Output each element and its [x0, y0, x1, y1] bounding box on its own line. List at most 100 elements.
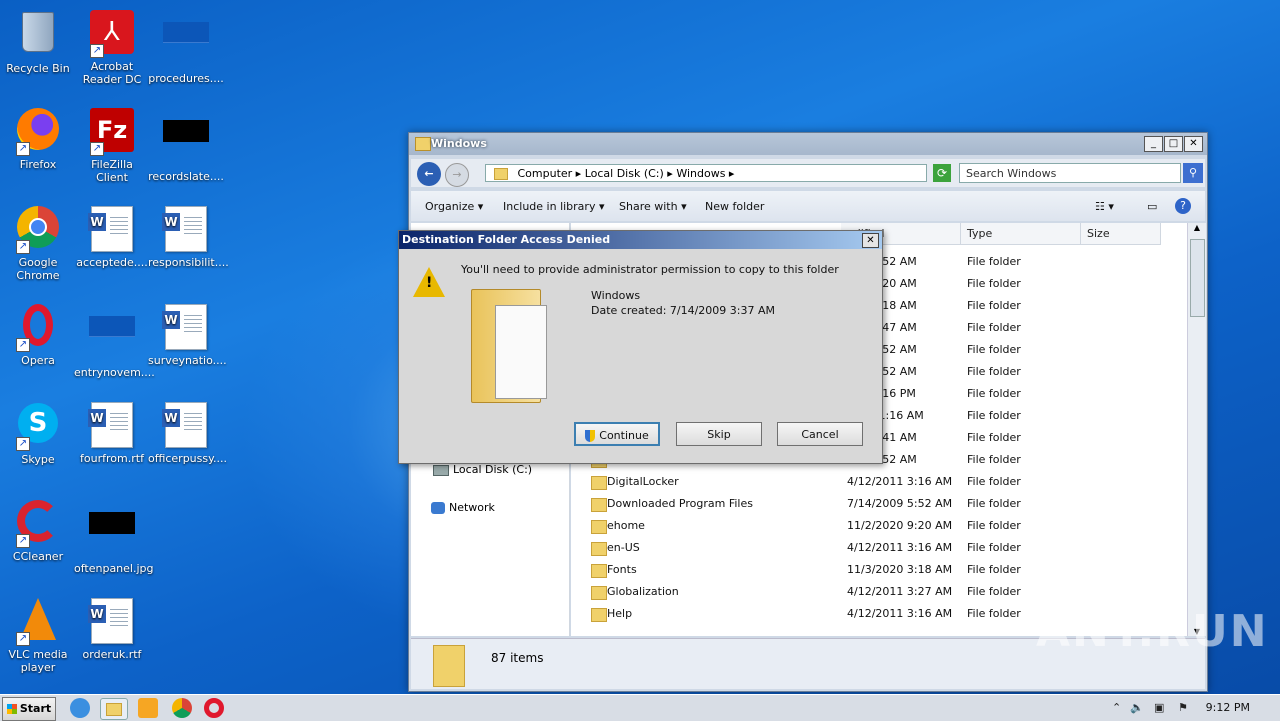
breadcrumb-item-local-disk[interactable]: Local Disk (C:) [585, 167, 664, 180]
file-name: en-US [607, 541, 640, 554]
dialog-close-button[interactable]: ✕ [862, 233, 879, 248]
action-center-flag-icon[interactable]: ⚑ [1178, 701, 1188, 714]
refresh-icon[interactable]: ⟳ [933, 164, 951, 182]
file-date: 7/14/2009 5:52 AM [847, 497, 953, 510]
file-date: 11/2/2020 9:20 AM [847, 519, 953, 532]
scrollbar-thumb[interactable] [1190, 239, 1205, 317]
desktop-icon-acceptede[interactable]: acceptede.... [74, 204, 150, 269]
volume-icon[interactable]: 🔈 [1130, 701, 1144, 714]
folder-icon [415, 137, 431, 151]
column-header-size[interactable]: Size [1081, 223, 1161, 245]
forward-button[interactable]: → [445, 163, 469, 187]
help-icon[interactable]: ? [1175, 198, 1191, 214]
icon-label: FileZilla Client [91, 158, 133, 184]
column-header-type[interactable]: Type [961, 223, 1081, 245]
skip-button[interactable]: Skip [676, 422, 762, 446]
table-row[interactable]: ehome 11/2/2020 9:20 AM File folder [571, 515, 1171, 537]
view-options-icon[interactable]: ☷ ▾ [1095, 200, 1114, 213]
desktop-icon-filezilla[interactable]: Fz ↗ FileZilla Client [74, 106, 150, 184]
table-row[interactable]: Downloaded Program Files 7/14/2009 5:52 A… [571, 493, 1171, 515]
desktop-icon-oftenpanel[interactable]: oftenpanel.jpg [74, 498, 154, 575]
file-icon [162, 120, 210, 168]
file-name: DigitalLocker [607, 475, 679, 488]
organize-button[interactable]: Organize ▾ [425, 200, 483, 213]
close-button[interactable]: ✕ [1184, 136, 1203, 152]
preview-pane-icon[interactable]: ▭ [1147, 200, 1157, 213]
access-denied-dialog[interactable]: Destination Folder Access Denied ✕ ! You… [398, 230, 883, 464]
vertical-scrollbar[interactable]: ▲ ▼ [1187, 223, 1206, 636]
desktop-icon-firefox[interactable]: ↗ Firefox [0, 106, 76, 171]
table-row[interactable]: en-US 4/12/2011 3:16 AM File folder [571, 537, 1171, 559]
file-type: File folder [967, 607, 1021, 620]
opera-taskbar-icon[interactable] [204, 698, 224, 718]
start-button[interactable]: Start [2, 697, 56, 721]
breadcrumb-item-computer[interactable]: Computer [518, 167, 573, 180]
tray-overflow-icon[interactable]: ⌃ [1112, 701, 1121, 714]
icon-label: officerpussy.... [148, 452, 228, 465]
file-date: 4/12/2011 3:16 AM [847, 475, 953, 488]
item-count: 87 items [491, 651, 544, 665]
folder-icon [591, 608, 607, 622]
warning-icon: ! [413, 267, 445, 297]
table-row[interactable]: Globalization 4/12/2011 3:27 AM File folde… [571, 581, 1171, 603]
nav-item-network[interactable]: Network [431, 501, 495, 514]
desktop-icon-opera[interactable]: ↗ Opera [0, 302, 76, 367]
desktop-icon-skype[interactable]: S ↗ Skype [0, 400, 76, 466]
file-date: 4/12/2011 3:16 AM [847, 607, 953, 620]
desktop-icon-fourfrom[interactable]: fourfrom.rtf [74, 400, 150, 465]
desktop-icon-orderuk[interactable]: orderuk.rtf [74, 596, 150, 661]
table-row[interactable]: Fonts 11/3/2020 3:18 AM File folder [571, 559, 1171, 581]
new-folder-button[interactable]: New folder [705, 200, 764, 213]
desktop-icon-recycle-bin[interactable]: Recycle Bin [0, 8, 76, 75]
file-type: File folder [967, 299, 1021, 312]
table-row[interactable]: DigitalLocker 4/12/2011 3:16 AM File folde… [571, 471, 1171, 493]
search-input[interactable]: Search Windows [959, 163, 1181, 183]
drive-icon [433, 464, 449, 476]
internet-explorer-icon[interactable] [70, 698, 90, 718]
desktop-icon-chrome[interactable]: ↗ Google Chrome [0, 204, 76, 282]
media-player-icon[interactable] [138, 698, 158, 718]
file-name: ehome [607, 519, 645, 532]
icon-label: fourfrom.rtf [80, 452, 144, 465]
desktop-icon-vlc[interactable]: ↗ VLC media player [0, 596, 76, 674]
continue-button[interactable]: Continue [574, 422, 660, 446]
breadcrumb[interactable]: Computer ▸ Local Disk (C:) ▸ Windows ▸ [485, 164, 927, 182]
chrome-taskbar-icon[interactable] [172, 698, 192, 718]
file-type: File folder [967, 387, 1021, 400]
word-document-icon [162, 304, 210, 352]
desktop-icon-responsibilit[interactable]: responsibilit.... [148, 204, 229, 269]
folder-icon [591, 564, 607, 578]
folder-icon [471, 289, 551, 407]
include-in-library-button[interactable]: Include in library ▾ [503, 200, 604, 213]
breadcrumb-item-windows[interactable]: Windows [676, 167, 725, 180]
folder-icon [591, 542, 607, 556]
icon-label: Skype [21, 453, 55, 466]
desktop-icon-procedures[interactable]: procedures.... [148, 8, 224, 85]
cancel-button[interactable]: Cancel [777, 422, 863, 446]
desktop-icon-entrynovem[interactable]: entrynovem.... [74, 302, 155, 379]
maximize-button[interactable]: □ [1164, 136, 1183, 152]
dialog-title[interactable]: Destination Folder Access Denied [399, 231, 882, 249]
explorer-taskbar-icon[interactable] [100, 698, 128, 720]
desktop-icon-recordslate[interactable]: recordslate.... [148, 106, 224, 183]
word-document-icon [88, 598, 136, 646]
scroll-up-icon[interactable]: ▲ [1188, 223, 1206, 232]
network-tray-icon[interactable]: ▣ [1154, 701, 1164, 714]
icon-label: acceptede.... [76, 256, 148, 269]
desktop-icon-surveynatio[interactable]: surveynatio.... [148, 302, 227, 367]
acrobat-icon: ⅄ ↗ [88, 10, 136, 58]
folder-date-created: Date created: 7/14/2009 3:37 AM [591, 304, 776, 317]
nav-item-local-disk[interactable]: Local Disk (C:) [433, 463, 532, 476]
desktop-icon-officerpussy[interactable]: officerpussy.... [148, 400, 228, 465]
back-button[interactable]: ← [417, 162, 441, 186]
folder-icon [433, 645, 465, 687]
folder-icon [591, 520, 607, 534]
desktop-icon-ccleaner[interactable]: ↗ CCleaner [0, 498, 76, 563]
explorer-titlebar[interactable]: Windows _ □ ✕ [409, 133, 1207, 155]
share-with-button[interactable]: Share with ▾ [619, 200, 687, 213]
window-title: Windows [431, 137, 487, 150]
minimize-button[interactable]: _ [1144, 136, 1163, 152]
clock[interactable]: 9:12 PM [1206, 701, 1250, 714]
search-icon[interactable]: ⚲ [1183, 163, 1203, 183]
desktop-icon-acrobat[interactable]: ⅄ ↗ Acrobat Reader DC [74, 8, 150, 86]
